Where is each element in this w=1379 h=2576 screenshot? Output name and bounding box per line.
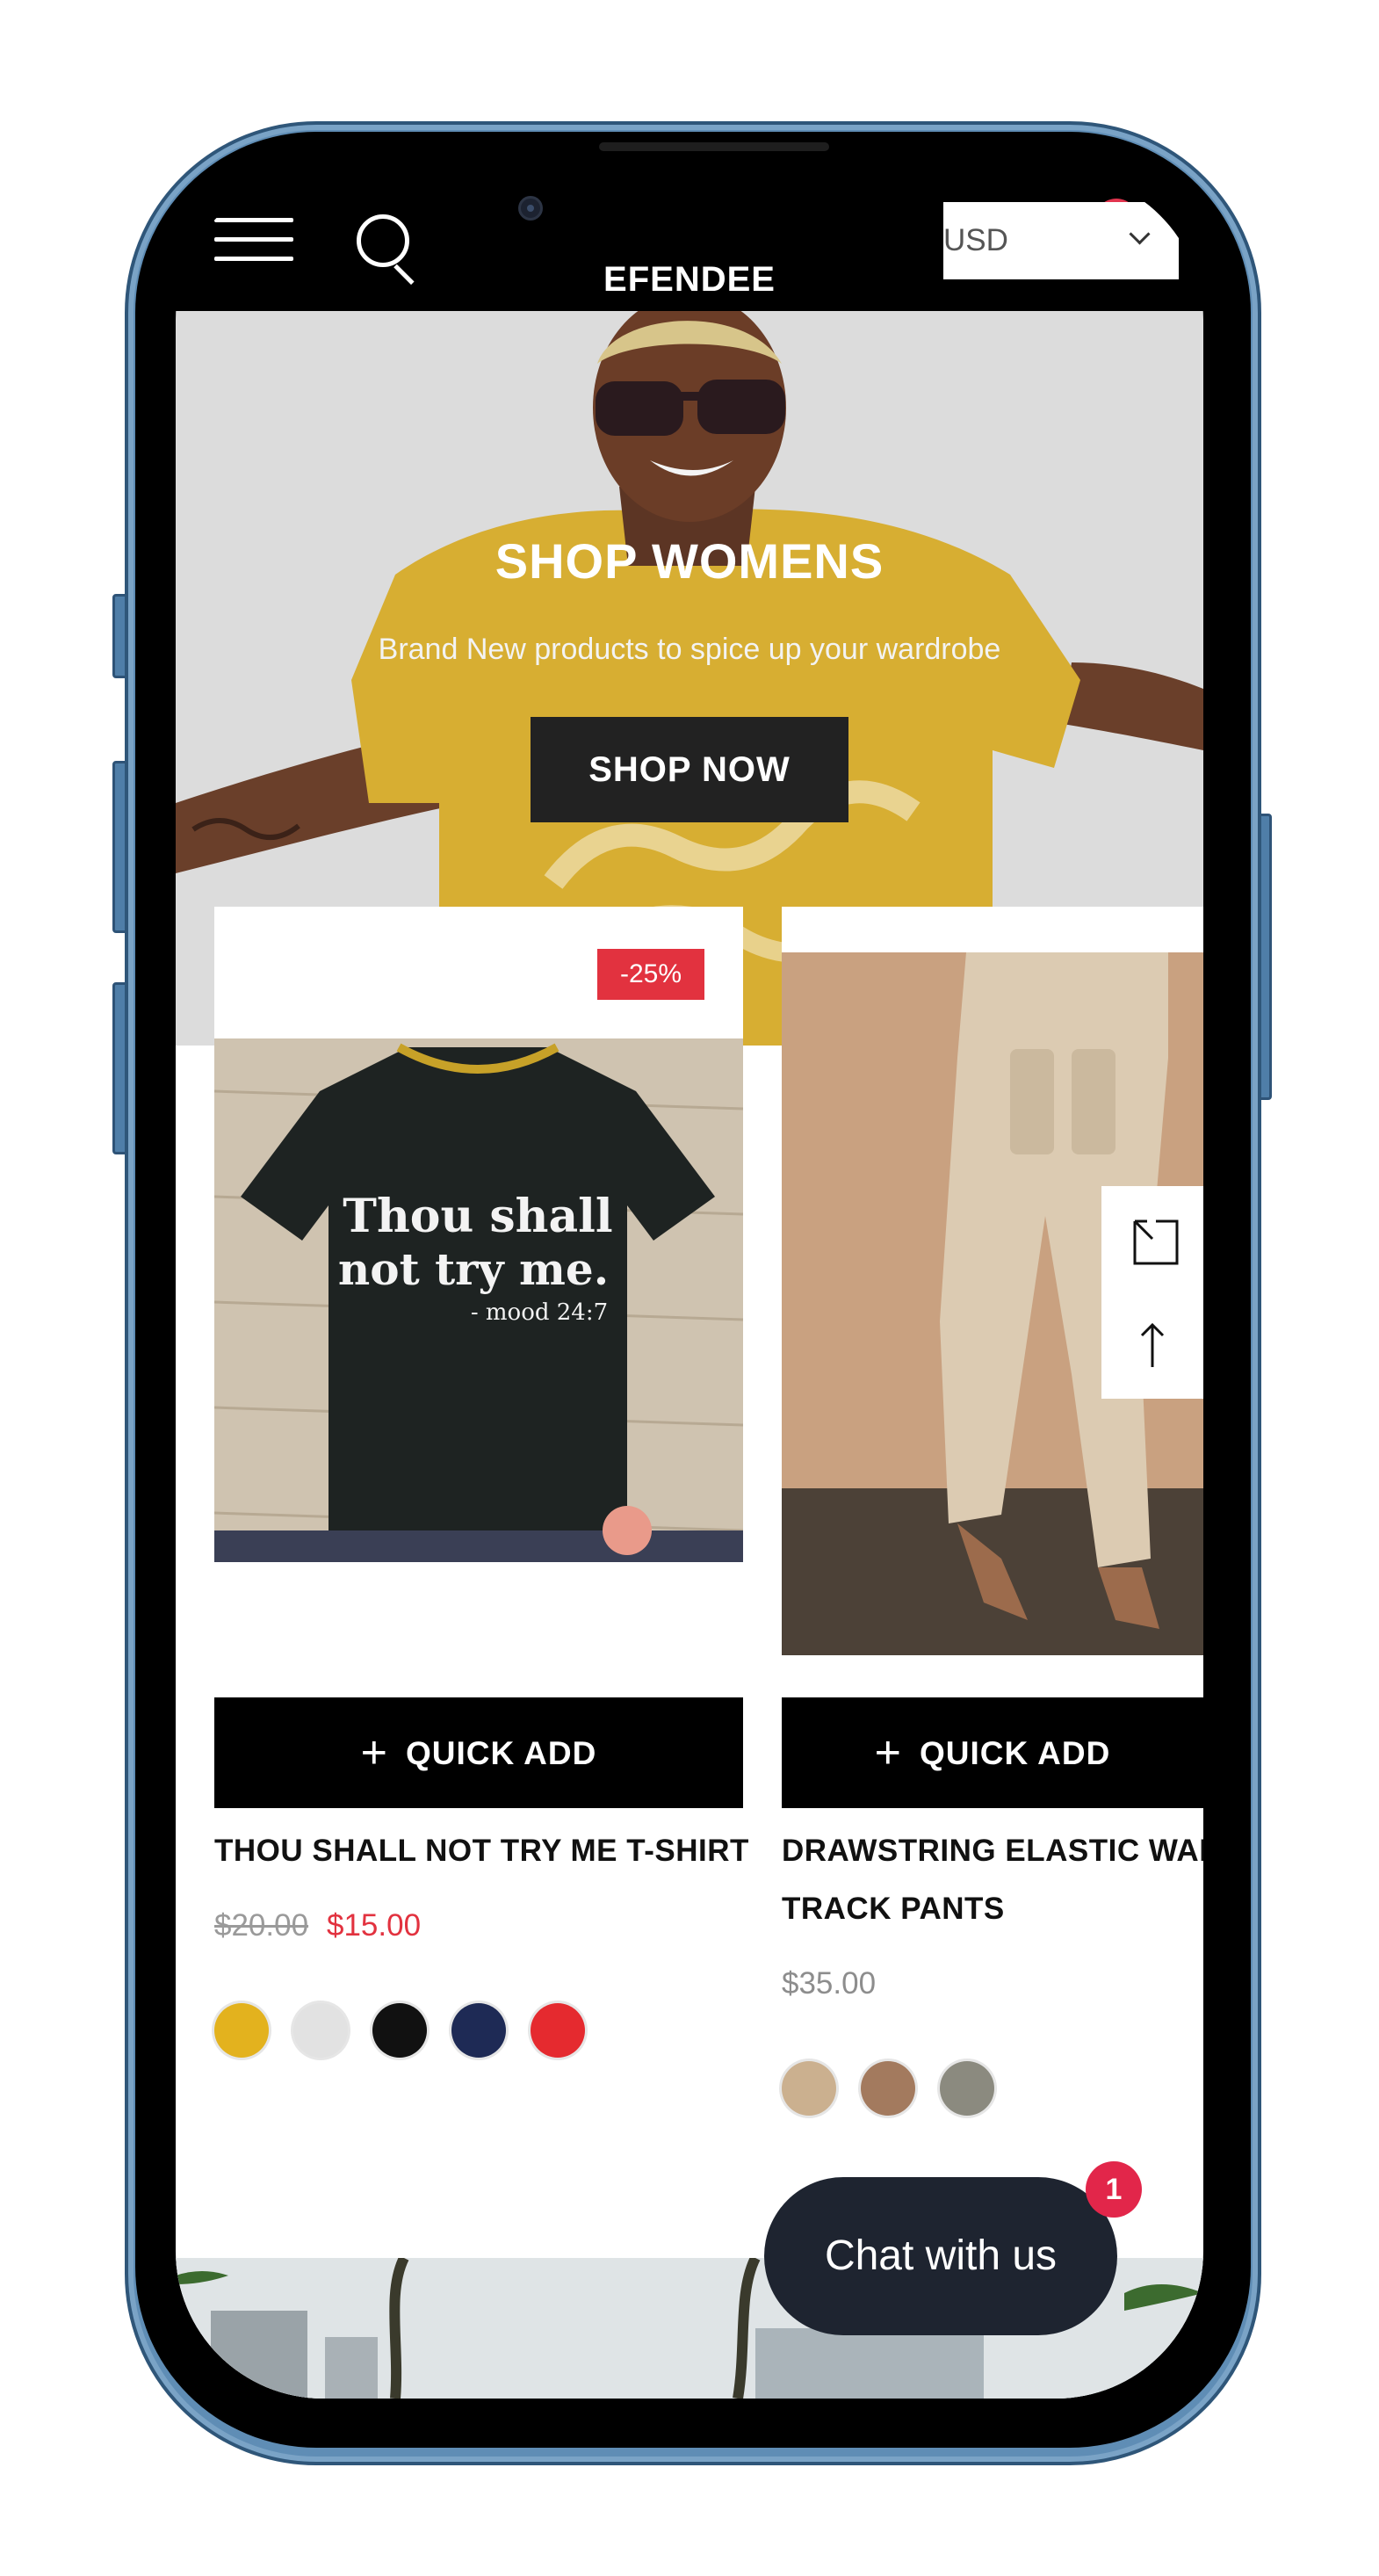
currency-select[interactable]: USD xyxy=(943,202,1179,279)
arrow-up-icon xyxy=(1140,1322,1165,1367)
chevron-down-icon xyxy=(1129,223,1151,245)
hero-subtitle: Brand New products to spice up your ward… xyxy=(378,633,1001,666)
phone-screen: EFENDEE USD SHOP WOMENS Brand New produc… xyxy=(176,172,1203,2399)
color-swatch[interactable] xyxy=(451,2003,506,2058)
product-image[interactable]: Thou shall not try me. - mood 24:7 xyxy=(214,1038,743,1562)
hero-title: SHOP WOMENS xyxy=(495,533,884,589)
color-swatch[interactable] xyxy=(214,2003,269,2058)
plus-icon: + xyxy=(874,1727,903,1778)
phone-speaker xyxy=(599,142,829,151)
product-name[interactable]: DRAWSTRING ELASTIC WAIST TRACK PANTS xyxy=(782,1822,1203,1945)
color-swatch[interactable] xyxy=(372,2003,427,2058)
shop-now-button[interactable]: SHOP NOW xyxy=(531,717,848,822)
quick-add-button[interactable]: + QUICK ADD xyxy=(214,1697,743,1808)
product-image-text: - mood 24:7 xyxy=(471,1299,608,1326)
menu-icon[interactable] xyxy=(176,172,307,304)
price: $35.00 xyxy=(782,1966,877,2001)
site-header: EFENDEE USD xyxy=(176,172,1203,311)
expand-button[interactable] xyxy=(1101,1186,1203,1294)
quick-add-button[interactable]: + QUICK ADD xyxy=(782,1697,1203,1808)
chat-unread-badge: 1 xyxy=(1086,2161,1142,2218)
plus-icon: + xyxy=(360,1727,389,1778)
scroll-to-top-button[interactable] xyxy=(1101,1293,1203,1399)
color-swatch[interactable] xyxy=(782,2061,836,2116)
chat-button[interactable]: Chat with us xyxy=(764,2177,1117,2335)
currency-value: USD xyxy=(943,223,1008,257)
product-image-text: Thou shall xyxy=(343,1190,612,1243)
color-swatch[interactable] xyxy=(531,2003,585,2058)
search-icon[interactable] xyxy=(343,199,439,295)
product-name[interactable]: THOU SHALL NOT TRY ME T-SHIRT xyxy=(214,1822,749,1880)
color-swatch[interactable] xyxy=(940,2061,994,2116)
front-camera xyxy=(518,196,543,221)
color-swatch[interactable] xyxy=(861,2061,915,2116)
product-image-text: not try me. xyxy=(338,1243,609,1295)
site-logo[interactable]: EFENDEE xyxy=(545,260,834,300)
discount-badge: -25% xyxy=(597,949,704,1000)
expand-icon xyxy=(1133,1219,1179,1265)
product-card-header xyxy=(782,907,1203,952)
price-sale: $15.00 xyxy=(327,1908,422,1943)
color-swatch[interactable] xyxy=(293,2003,348,2058)
price-original: $20.00 xyxy=(214,1908,309,1943)
